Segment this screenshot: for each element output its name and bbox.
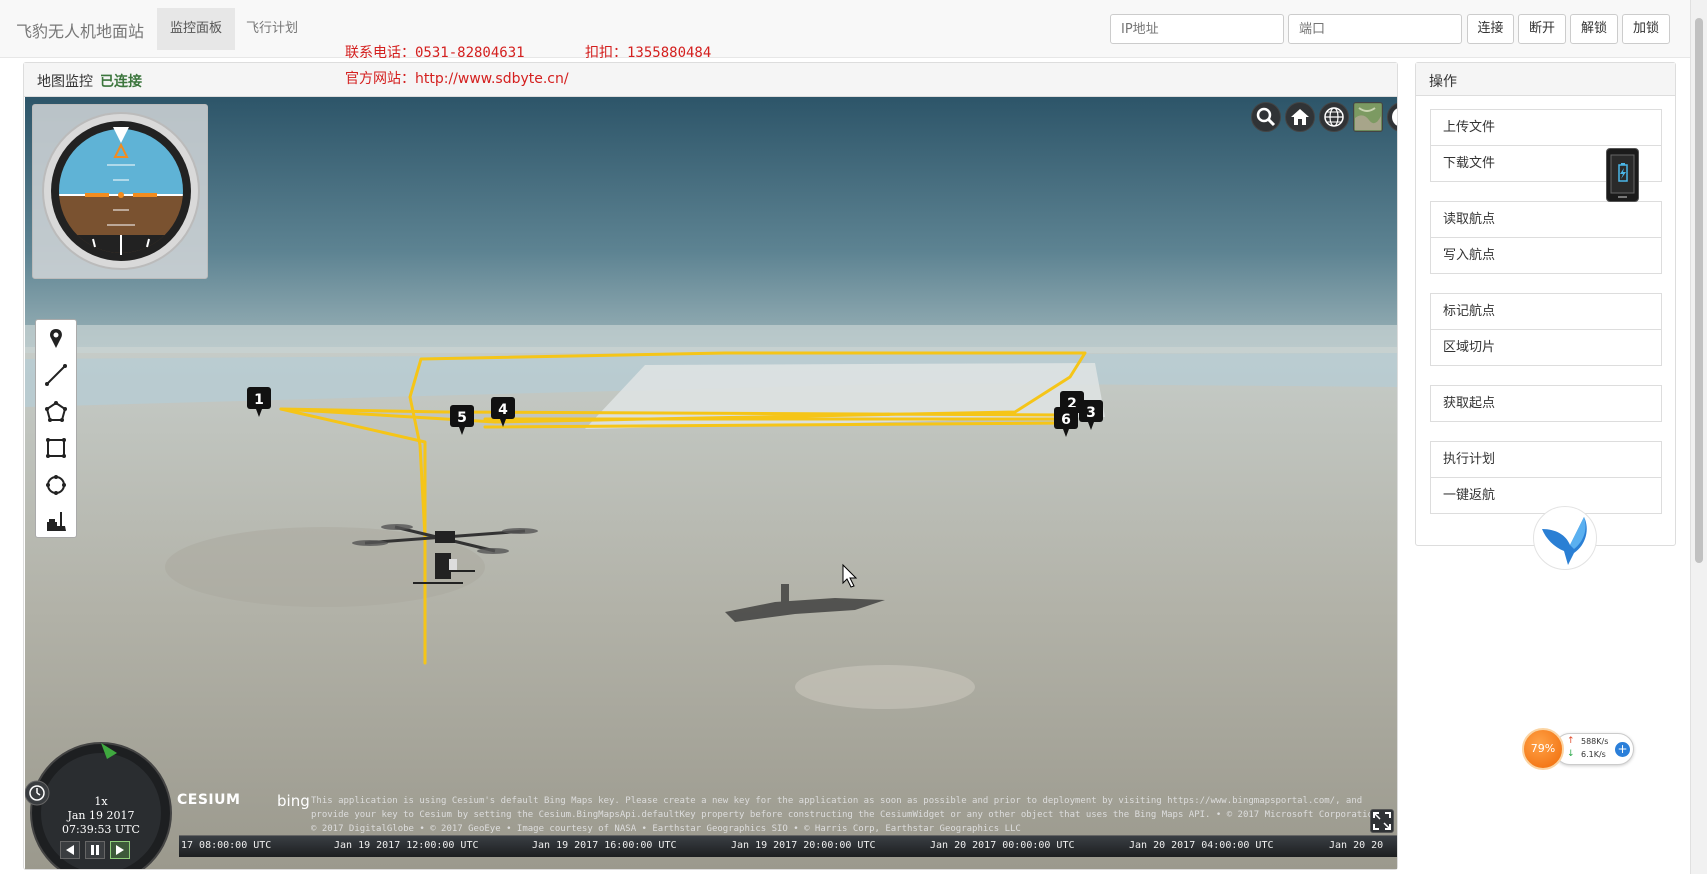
timeline-tick-label: Jan 20 20	[1329, 840, 1384, 851]
upload-speed: 588K/s	[1581, 737, 1609, 746]
timeline-tick-label: Jan 19 2017 16:00:00 UTC	[532, 840, 677, 851]
attitude-indicator-gauge	[42, 112, 200, 270]
globe-icon	[1324, 107, 1344, 127]
help-icon: ?	[1392, 108, 1397, 126]
layers-icon	[1355, 104, 1381, 130]
network-speed-widget[interactable]: ↑ 588K/s ↓ 6.1K/s + 79%	[1522, 728, 1634, 770]
waypoint-label: 5	[457, 410, 467, 426]
fullscreen-icon	[1373, 812, 1391, 830]
timeline-tick-label: Jan 19 2017 20:00:00 UTC	[731, 840, 876, 851]
base-layer-picker-button[interactable]	[1353, 102, 1383, 132]
play-icon	[116, 845, 124, 855]
draw-polygon-button[interactable]	[41, 397, 71, 427]
contact-website[interactable]: 官方网站：http://www.sdbyte.cn/	[345, 68, 569, 88]
download-speed: 6.1K/s	[1581, 750, 1606, 759]
clear-drawings-button[interactable]	[41, 506, 71, 536]
draw-circle-button[interactable]	[41, 470, 71, 500]
scene-mode-button[interactable]	[1319, 102, 1349, 132]
phone-battery-icon	[1610, 154, 1635, 198]
home-icon	[1291, 109, 1309, 125]
upload-arrow-icon: ↑	[1567, 736, 1575, 746]
execute-plan-button[interactable]: 执行计划	[1430, 441, 1662, 478]
write-waypoints-button[interactable]: 写入航点	[1430, 237, 1662, 274]
play-forward-button[interactable]	[110, 841, 130, 859]
phone-widget[interactable]	[1606, 148, 1639, 202]
horizon-haze	[25, 325, 1397, 353]
map-monitor-panel: 地图监控 已连接 1 2 3 4 5 6 1x Jan 19 2017 07:3…	[23, 62, 1398, 870]
marker-icon	[50, 329, 62, 348]
port-input[interactable]	[1288, 14, 1462, 44]
timeline-tick-label: Jan 20 2017 04:00:00 UTC	[1129, 840, 1274, 851]
fullscreen-button[interactable]	[1370, 809, 1394, 833]
animation-widget: 1x Jan 19 2017 07:39:53 UTC	[25, 723, 175, 869]
rectangle-icon	[46, 438, 66, 458]
read-waypoints-button[interactable]: 读取航点	[1430, 201, 1662, 238]
bing-logo[interactable]: bing	[277, 792, 310, 810]
operations-panel: 操作 上传文件 下载文件 读取航点 写入航点 标记航点 区域切片 获取起点 执行…	[1415, 62, 1676, 546]
polygon-icon	[45, 401, 67, 422]
credits-bar: CESIUM bing This application is using Ce…	[177, 789, 1397, 834]
pause-button[interactable]	[85, 841, 105, 859]
draw-polyline-button[interactable]	[41, 360, 71, 390]
attitude-indicator	[32, 104, 208, 279]
polyline-icon	[45, 364, 67, 386]
play-reverse-button[interactable]	[60, 841, 80, 859]
timeline[interactable]: 17 08:00:00 UTC Jan 19 2017 12:00:00 UTC…	[179, 835, 1397, 857]
page-scrollbar[interactable]	[1690, 0, 1707, 874]
search-icon	[1256, 107, 1276, 127]
clock-speed: 1x	[94, 795, 108, 808]
pause-icon	[91, 845, 99, 855]
bird-widget[interactable]	[1533, 506, 1597, 570]
waypoint-label: 3	[1086, 405, 1096, 421]
operations-panel-title: 操作	[1429, 74, 1457, 90]
disconnect-button[interactable]: 断开	[1518, 14, 1566, 44]
waypoint-label: 4	[498, 402, 508, 418]
plus-icon[interactable]: +	[1615, 742, 1630, 757]
contact-qq: 扣扣：1355880484	[585, 45, 712, 61]
upload-file-button[interactable]: 上传文件	[1430, 109, 1662, 146]
mark-waypoints-button[interactable]: 标记航点	[1430, 293, 1662, 330]
credit-text: This application is using Cesium's defau…	[311, 796, 1390, 834]
contact-phone: 联系电话：0531-82804631	[345, 45, 525, 61]
waypoint-label: 6	[1061, 412, 1071, 428]
network-speed-bar: ↑ 588K/s ↓ 6.1K/s +	[1554, 733, 1634, 765]
unlock-button[interactable]: 解锁	[1570, 14, 1618, 44]
home-button[interactable]	[1285, 102, 1315, 132]
search-button[interactable]	[1251, 102, 1281, 132]
connect-button[interactable]: 连接	[1467, 14, 1514, 44]
connection-status: 已连接	[100, 74, 142, 90]
map-panel-title: 地图监控	[37, 74, 93, 90]
play-reverse-icon	[66, 845, 74, 855]
timeline-tick-label: 17 08:00:00 UTC	[181, 840, 272, 851]
draw-toolbar	[35, 319, 77, 538]
app-brand[interactable]: 飞豹无人机地面站	[16, 18, 144, 42]
area-slice-button[interactable]: 区域切片	[1430, 329, 1662, 366]
circle-icon	[46, 475, 66, 495]
draw-rectangle-button[interactable]	[41, 433, 71, 463]
ip-address-input[interactable]	[1110, 14, 1284, 44]
download-arrow-icon: ↓	[1567, 749, 1575, 759]
cesium-logo[interactable]: CESIUM	[177, 792, 240, 808]
timeline-tick-label: Jan 20 2017 00:00:00 UTC	[930, 840, 1075, 851]
memory-usage-percent[interactable]: 79%	[1522, 728, 1564, 770]
draw-marker-button[interactable]	[41, 324, 71, 354]
lock-button[interactable]: 加锁	[1622, 14, 1670, 44]
operations-panel-header: 操作	[1416, 63, 1675, 96]
scrollbar-thumb[interactable]	[1695, 18, 1703, 563]
clock-date: Jan 19 2017	[67, 809, 135, 822]
tab-flight-plan[interactable]: 飞行计划	[233, 8, 311, 50]
map-panel-header: 地图监控 已连接	[24, 63, 1397, 97]
clock-time: 07:39:53 UTC	[62, 823, 140, 836]
timeline-tick-label: Jan 19 2017 12:00:00 UTC	[334, 840, 479, 851]
cesium-3d-map[interactable]: 1 2 3 4 5 6 1x Jan 19 2017 07:39:53 UTC …	[25, 97, 1397, 869]
get-start-point-button[interactable]: 获取起点	[1430, 385, 1662, 422]
terrain-patch	[795, 665, 975, 709]
tab-monitor-panel[interactable]: 监控面板	[157, 8, 236, 50]
top-navbar: 飞豹无人机地面站 监控面板 飞行计划 连接 断开 解锁 加锁	[0, 0, 1690, 58]
bird-icon	[1542, 517, 1587, 565]
waypoint-label: 1	[254, 392, 264, 408]
clear-icon	[47, 512, 66, 531]
map-scene: 1 2 3 4 5 6	[25, 325, 1397, 869]
